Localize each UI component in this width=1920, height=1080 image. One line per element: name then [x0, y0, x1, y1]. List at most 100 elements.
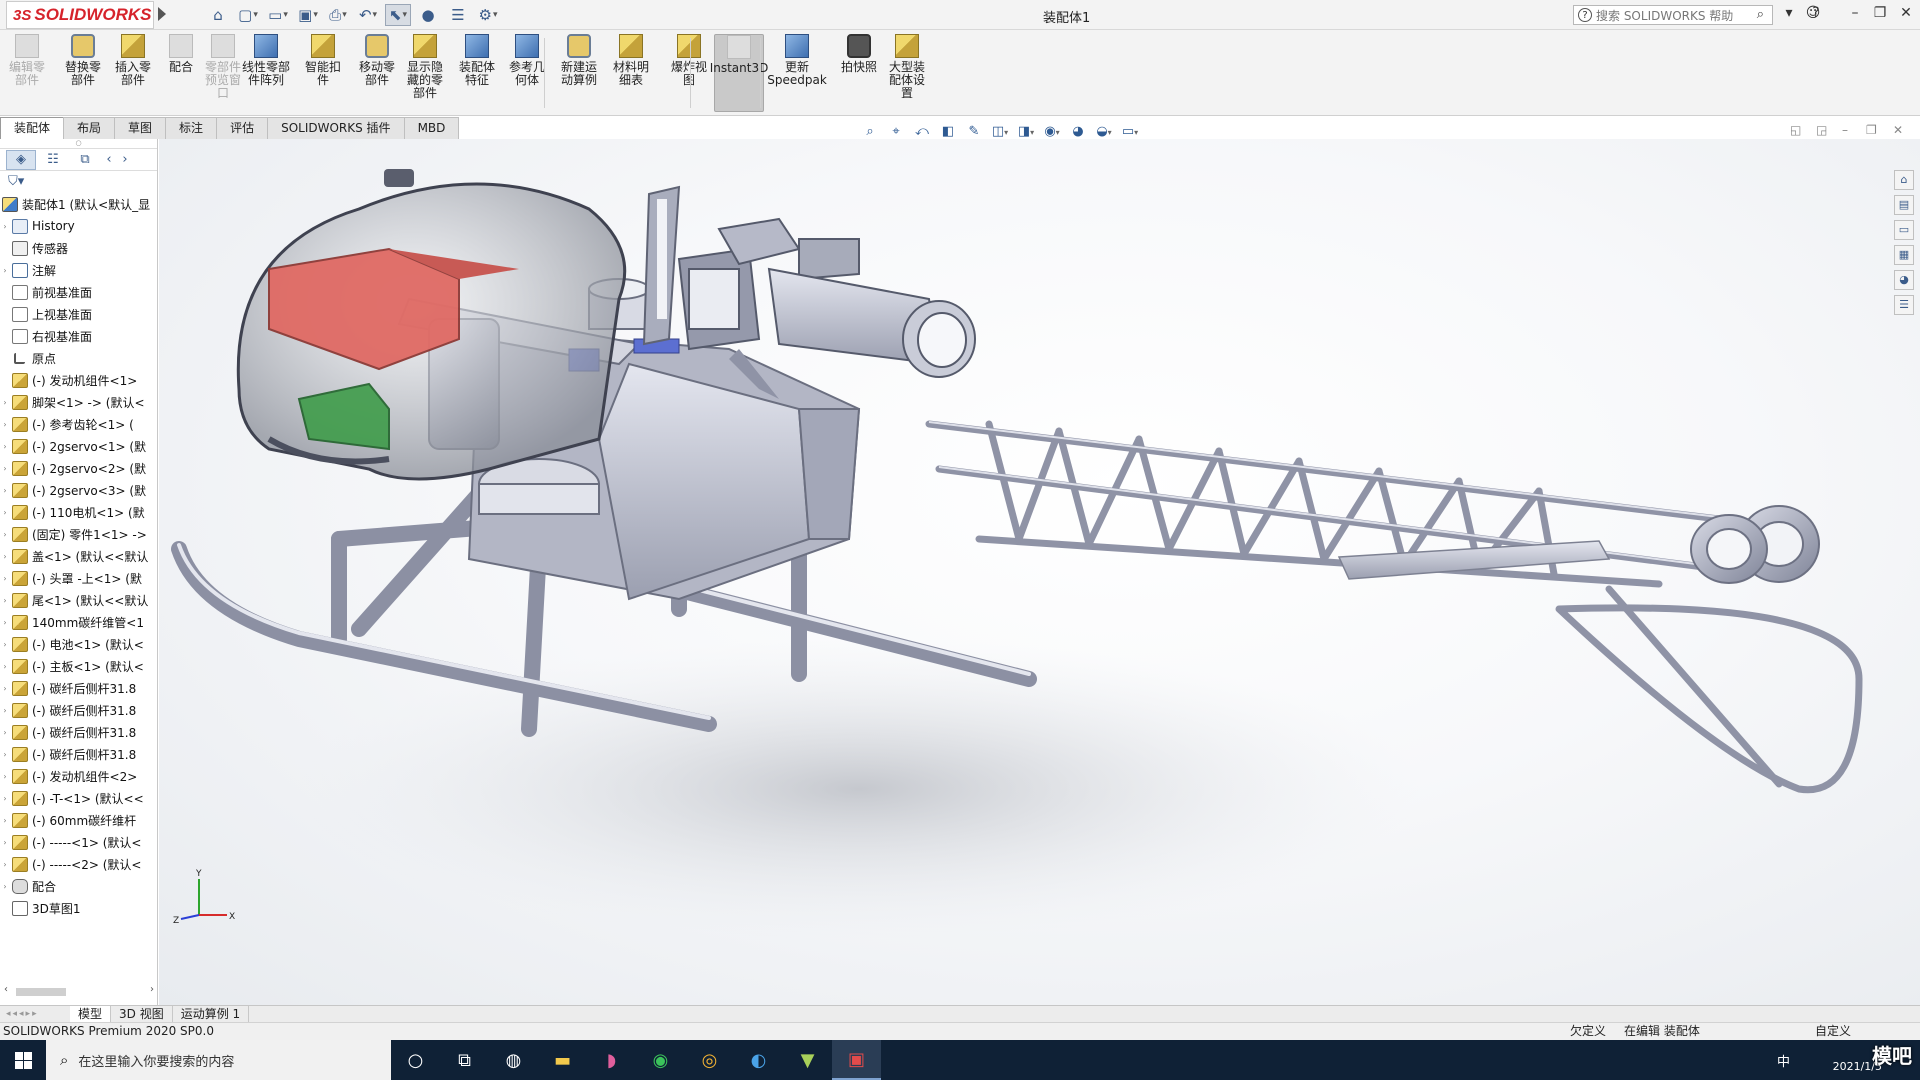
- scroll-right-icon[interactable]: ›: [150, 984, 154, 995]
- display-style-icon[interactable]: ◨: [1016, 124, 1036, 142]
- tree-item[interactable]: › 配合: [0, 875, 157, 897]
- view-palette-icon[interactable]: ▦: [1894, 245, 1914, 265]
- tree-item[interactable]: › (-) 主板<1> (默认<: [0, 655, 157, 677]
- wechat-icon[interactable]: ◉: [636, 1040, 685, 1080]
- expand-arrow-icon[interactable]: ›: [0, 882, 10, 891]
- ribbon-button-14[interactable]: Instant3D: [710, 34, 768, 112]
- ribbon-button-0[interactable]: 编辑零 部件: [2, 34, 52, 112]
- view-settings-icon[interactable]: ▭: [1120, 124, 1140, 142]
- tree-item[interactable]: › (-) 60mm碳纤维杆: [0, 809, 157, 831]
- custom-properties-icon[interactable]: ☰: [1894, 295, 1914, 315]
- app-icon[interactable]: ◍: [489, 1040, 538, 1080]
- solidworks-taskbar-icon[interactable]: ▣: [832, 1040, 881, 1080]
- viewport-close-icon[interactable]: ✕: [1893, 123, 1903, 137]
- minimize-icon[interactable]: –: [1842, 5, 1868, 25]
- expand-arrow-icon[interactable]: ›: [0, 728, 10, 737]
- tree-item[interactable]: › (-) 2gservo<2> (默: [0, 457, 157, 479]
- property-manager-tab-icon[interactable]: ☷: [38, 150, 68, 170]
- expand-arrow-icon[interactable]: ›: [0, 530, 10, 539]
- expand-arrow-icon[interactable]: ›: [0, 266, 10, 275]
- apply-scene-icon[interactable]: ◒: [1094, 124, 1114, 142]
- chrome-icon[interactable]: ◎: [685, 1040, 734, 1080]
- expand-arrow-icon[interactable]: ›: [0, 640, 10, 649]
- menu-expand-arrow-icon[interactable]: [158, 7, 166, 21]
- tab-1[interactable]: 布局: [63, 117, 116, 139]
- ribbon-button-2[interactable]: 插入零 部件: [108, 34, 158, 112]
- ribbon-button-6[interactable]: 智能扣 件: [298, 34, 348, 112]
- configuration-manager-tab-icon[interactable]: ⧉: [70, 150, 100, 170]
- ribbon-button-11[interactable]: 新建运 动算例: [554, 34, 604, 112]
- tab-0[interactable]: 装配体: [0, 117, 65, 139]
- tab-model[interactable]: 模型: [70, 1006, 112, 1022]
- tree-item[interactable]: 右视基准面: [0, 325, 157, 347]
- viewport-tile-icon[interactable]: ◲: [1816, 123, 1827, 137]
- tab-3d-views[interactable]: 3D 视图: [111, 1006, 173, 1022]
- expand-arrow-icon[interactable]: ›: [0, 794, 10, 803]
- ribbon-button-17[interactable]: 大型装 配体设 置: [882, 34, 932, 112]
- tree-item[interactable]: › (-) 碳纤后侧杆31.8: [0, 743, 157, 765]
- expand-arrow-icon[interactable]: ›: [0, 486, 10, 495]
- panel-right-arrow-icon[interactable]: ›: [118, 150, 132, 170]
- ribbon-button-8[interactable]: 显示隐 藏的零 部件: [400, 34, 450, 112]
- filter-icon[interactable]: ⛉▾: [0, 171, 157, 193]
- appearances-icon[interactable]: ◕: [1894, 270, 1914, 290]
- home-icon[interactable]: ⌂: [205, 4, 231, 26]
- tree-item[interactable]: › 脚架<1> -> (默认<: [0, 391, 157, 413]
- panel-grip[interactable]: ○: [0, 139, 157, 149]
- ribbon-button-9[interactable]: 装配体 特征: [452, 34, 502, 112]
- expand-arrow-icon[interactable]: ›: [0, 552, 10, 561]
- expand-arrow-icon[interactable]: ›: [0, 420, 10, 429]
- expand-arrow-icon[interactable]: ›: [0, 618, 10, 627]
- ribbon-button-16[interactable]: 拍快照: [834, 34, 884, 112]
- undo-icon[interactable]: ↶: [355, 4, 381, 26]
- tree-item[interactable]: › (-) 2gservo<1> (默: [0, 435, 157, 457]
- previous-view-icon[interactable]: ⤺: [912, 124, 932, 142]
- tree-item[interactable]: › (-) 2gservo<3> (默: [0, 479, 157, 501]
- tab-2[interactable]: 草图: [114, 117, 167, 139]
- expand-arrow-icon[interactable]: ›: [0, 662, 10, 671]
- start-button[interactable]: [0, 1040, 46, 1080]
- tab-motion-study[interactable]: 运动算例 1: [173, 1006, 250, 1022]
- save-icon[interactable]: ▣: [295, 4, 321, 26]
- tree-root[interactable]: 装配体1 (默认<默认_显: [0, 193, 157, 215]
- options-gear-icon[interactable]: ⚙: [475, 4, 501, 26]
- expand-arrow-icon[interactable]: ›: [0, 772, 10, 781]
- file-explorer-icon[interactable]: ▬: [538, 1040, 587, 1080]
- file-explorer-icon[interactable]: ▭: [1894, 220, 1914, 240]
- tree-item[interactable]: › 140mm碳纤维管<1: [0, 611, 157, 633]
- expand-arrow-icon[interactable]: ›: [0, 816, 10, 825]
- file-properties-icon[interactable]: ☰: [445, 4, 471, 26]
- app-v-icon[interactable]: ▼: [783, 1040, 832, 1080]
- ribbon-button-12[interactable]: 材料明 细表: [606, 34, 656, 112]
- tree-item[interactable]: › (-) 碳纤后侧杆31.8: [0, 721, 157, 743]
- tree-item[interactable]: › (-) 参考齿轮<1> (: [0, 413, 157, 435]
- expand-arrow-icon[interactable]: ›: [0, 222, 10, 231]
- tree-item[interactable]: › (-) 发动机组件<2>: [0, 765, 157, 787]
- expand-arrow-icon[interactable]: ›: [0, 860, 10, 869]
- tree-item[interactable]: › 尾<1> (默认<<默认: [0, 589, 157, 611]
- ribbon-button-13[interactable]: 爆炸视 图: [664, 34, 714, 112]
- expand-arrow-icon[interactable]: ›: [0, 442, 10, 451]
- solidworks-resources-icon[interactable]: ⌂: [1894, 170, 1914, 190]
- rebuild-icon[interactable]: ●: [415, 4, 441, 26]
- viewport-restore-icon[interactable]: ◱: [1790, 123, 1801, 137]
- tree-item[interactable]: › (-) 碳纤后侧杆31.8: [0, 699, 157, 721]
- tab-4[interactable]: 评估: [216, 117, 269, 139]
- tree-horizontal-scrollbar[interactable]: ‹ ›: [4, 984, 154, 999]
- tree-item[interactable]: › 盖<1> (默认<<默认: [0, 545, 157, 567]
- expand-arrow-icon[interactable]: ›: [0, 684, 10, 693]
- tree-item[interactable]: › (-) 110电机<1> (默: [0, 501, 157, 523]
- tree-item[interactable]: 前视基准面: [0, 281, 157, 303]
- tree-item[interactable]: › (-) -T-<1> (默认<<: [0, 787, 157, 809]
- dynamic-annotation-icon[interactable]: ✎: [964, 124, 984, 142]
- expand-arrow-icon[interactable]: ›: [0, 574, 10, 583]
- tree-item[interactable]: › (-) 电池<1> (默认<: [0, 633, 157, 655]
- edit-appearance-icon[interactable]: ◕: [1068, 124, 1088, 142]
- print-icon[interactable]: ⎙: [325, 4, 351, 26]
- hide-show-items-icon[interactable]: ◉: [1042, 124, 1062, 142]
- graphics-area[interactable]: Y Z X: [159, 139, 1920, 1005]
- tree-item[interactable]: 上视基准面: [0, 303, 157, 325]
- taskbar-search-input[interactable]: ⌕ 在这里输入你要搜索的内容: [46, 1040, 391, 1080]
- view-orientation-icon[interactable]: ◫: [990, 124, 1010, 142]
- ribbon-button-1[interactable]: 替换零 部件: [58, 34, 108, 112]
